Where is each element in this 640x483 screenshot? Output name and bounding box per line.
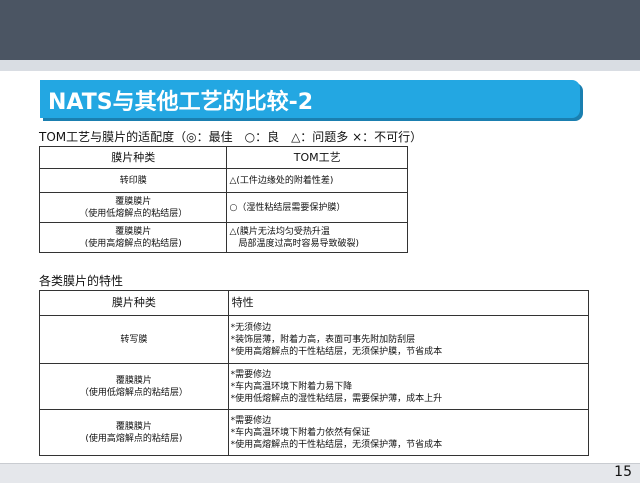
film-type-cell: 覆膜膜片 （使用低熔解点的粘结层） (39, 363, 229, 410)
table-row: 覆膜膜片 （使用低熔解点的粘结层） ○（湿性粘结层需要保护膜） (38, 192, 408, 223)
characteristics-cell: *需要修边 *车内高温环境下附着力易下降 *使用低熔解点的湿性粘结层，需要保护薄，成… (227, 363, 590, 410)
film-type-cell: 转印膜 (38, 168, 228, 193)
table-row: 覆膜膜片 （使用低熔解点的粘结层） *需要修边 *车内高温环境下附着力易下降 *使用低… (39, 363, 590, 410)
table-row: 转写膜 *无须修边 *装饰层薄，附着力高，表面可事先附加防刮层 *使用高熔解点的干性… (39, 315, 590, 364)
title-banner: NATS与其他工艺的比较-2 (40, 80, 580, 118)
film-type-cell: 覆膜膜片 (使用高熔解点的粘结层) (38, 222, 228, 253)
header-divider-strip (0, 60, 640, 71)
table-row: 转印膜 △(工件边缘处的附着性差) (38, 168, 408, 193)
table-row: 覆膜膜片 (使用高熔解点的粘结层) △(膜片无法均匀受热升温 局部温度过高时容易导… (38, 222, 408, 253)
compatibility-cell: △(工件边缘处的附着性差) (226, 168, 408, 193)
film-type-cell: 转写膜 (39, 315, 229, 364)
table-row: 覆膜膜片 (使用高熔解点的粘结层) *需要修边 *车内高温环境下附着力依然有保证 *使… (39, 409, 590, 456)
table1-caption: TOM工艺与膜片的适配度（◎：最佳 ○：良 △：问题多 ×：不可行） (39, 130, 423, 144)
header-characteristics: 特性 (227, 290, 590, 316)
compatibility-cell: △(膜片无法均匀受热升温 局部温度过高时容易导致破裂) (226, 222, 408, 253)
table2-caption: 各类膜片的特性 (39, 274, 124, 288)
characteristics-cell: *需要修边 *车内高温环境下附着力依然有保证 *使用高熔解点的干性粘结层，无须保护薄… (227, 409, 590, 456)
characteristics-cell: *无须修边 *装饰层薄，附着力高，表面可事先附加防刮层 *使用高熔解点的干性粘结层，… (227, 315, 590, 364)
film-type-cell: 覆膜膜片 （使用低熔解点的粘结层） (38, 192, 228, 223)
header-film-type: 膜片种类 (38, 146, 228, 169)
compatibility-cell: ○（湿性粘结层需要保护膜） (226, 192, 408, 223)
page-number: 15 (614, 464, 632, 480)
header-tom-process: TOM工艺 (226, 146, 408, 169)
tom-compatibility-table: 膜片种类 TOM工艺 转印膜 △(工件边缘处的附着性差) 覆膜膜片 （使用低熔解点… (38, 146, 408, 253)
slide-title: NATS与其他工艺的比较-2 (48, 90, 314, 115)
header-film-type: 膜片种类 (39, 290, 229, 316)
footer-bar (0, 463, 640, 483)
film-type-cell: 覆膜膜片 (使用高熔解点的粘结层) (39, 409, 229, 456)
table-header-row: 膜片种类 特性 (39, 290, 590, 316)
top-header-bar (0, 0, 640, 60)
table-header-row: 膜片种类 TOM工艺 (38, 146, 408, 169)
film-characteristics-table: 膜片种类 特性 转写膜 *无须修边 *装饰层薄，附着力高，表面可事先附加防刮层 *使… (39, 290, 590, 456)
